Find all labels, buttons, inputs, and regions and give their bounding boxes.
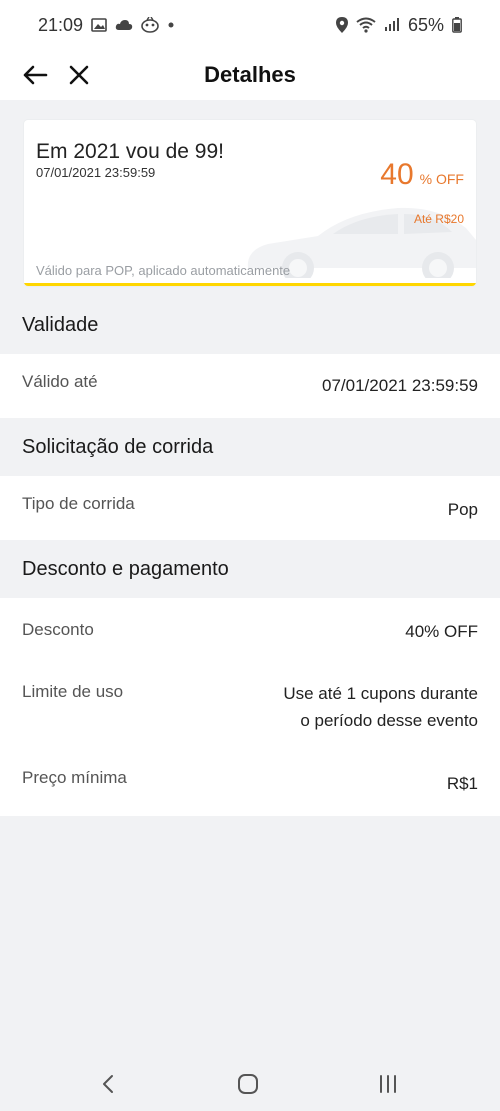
image-icon (91, 18, 107, 32)
validity-card: Válido até 07/01/2021 23:59:59 (0, 354, 500, 418)
row-value: R$1 (446, 774, 478, 793)
signal-icon (384, 18, 400, 32)
status-bar: 21:09 65% (0, 0, 500, 50)
system-nav-bar (0, 1056, 500, 1111)
row-discount: Desconto 40% OFF (0, 598, 500, 660)
ride-card: Tipo de corrida Pop (0, 476, 500, 540)
coupon-note: Válido para POP, aplicado automaticament… (36, 263, 291, 278)
row-label: Preço mínima (22, 768, 127, 787)
row-valid-until: Válido até 07/01/2021 23:59:59 (0, 354, 500, 418)
cloud-icon (115, 19, 133, 31)
battery-percent: 65% (407, 14, 444, 35)
coupon-accent-bar (24, 283, 476, 286)
coupon-date: 07/01/2021 23:59:59 (36, 165, 156, 180)
discount-unit: % OFF (419, 171, 464, 187)
status-right: 65% (335, 14, 462, 36)
row-value-line-2: o período desse evento (300, 711, 478, 730)
row-minimum-price: Preço mínima R$1 (0, 750, 500, 816)
home-nav-icon[interactable] (228, 1066, 268, 1102)
row-usage-limit: Limite de uso Use até 1 cupons durante o… (0, 660, 500, 750)
discount-value: 40 (380, 158, 414, 191)
row-value-line-1: Use até 1 cupons durante (283, 684, 478, 703)
recents-nav-icon[interactable] (368, 1066, 408, 1102)
section-heading-payment: Desconto e pagamento (0, 540, 500, 598)
location-icon (335, 17, 348, 33)
coupon-discount: 40 % OFF (380, 158, 464, 192)
row-label: Válido até (22, 372, 98, 391)
face-icon (141, 17, 159, 33)
battery-icon (452, 17, 462, 33)
payment-card: Desconto 40% OFF Limite de uso Use até 1… (0, 598, 500, 816)
section-heading-ride: Solicitação de corrida (0, 418, 500, 476)
row-label: Limite de uso (22, 682, 124, 701)
row-value: Pop (447, 500, 478, 519)
row-ride-type: Tipo de corrida Pop (0, 476, 500, 540)
discount-cap: Até R$20 (413, 212, 464, 226)
row-value: 07/01/2021 23:59:59 (322, 376, 478, 395)
app-bar: Detalhes (0, 50, 500, 100)
coupon-card: Em 2021 vou de 99! 07/01/2021 23:59:59 4… (24, 120, 476, 286)
row-label: Tipo de corrida (22, 494, 135, 513)
section-heading-validity: Validade (0, 296, 500, 354)
row-value: 40% OFF (405, 622, 478, 641)
page-title: Detalhes (204, 62, 296, 87)
status-time: 21:09 (38, 14, 84, 35)
coupon-area: Em 2021 vou de 99! 07/01/2021 23:59:59 4… (0, 100, 500, 296)
dot-icon (167, 21, 175, 29)
wifi-icon (356, 17, 376, 33)
row-label: Desconto (22, 620, 94, 639)
back-nav-icon[interactable] (88, 1066, 128, 1102)
coupon-title: Em 2021 vou de 99! (36, 140, 224, 163)
status-left: 21:09 (38, 15, 175, 36)
